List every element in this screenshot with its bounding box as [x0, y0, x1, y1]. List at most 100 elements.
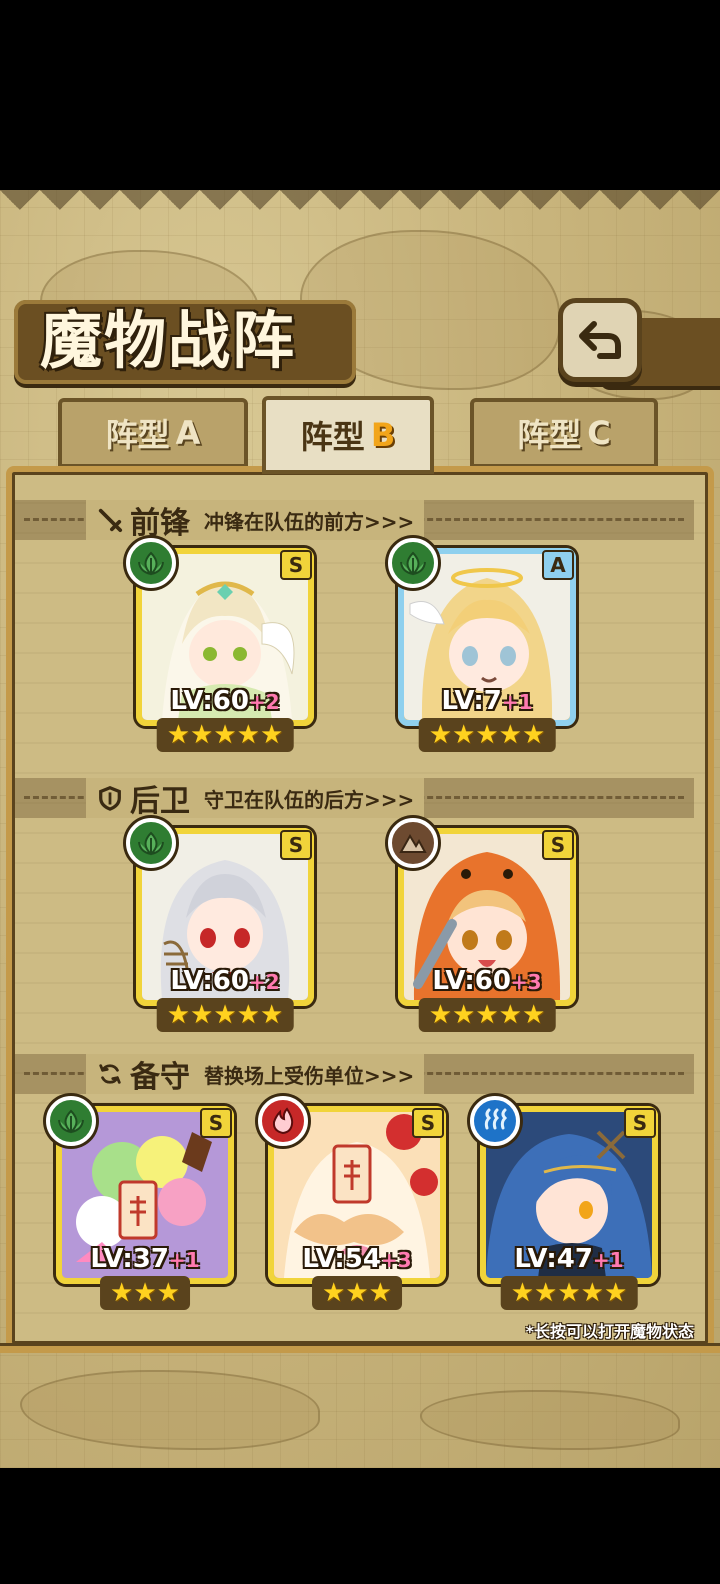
star-icon: ★ [580, 1278, 604, 1308]
star-icon: ★ [534, 1278, 558, 1308]
level-value: LV:7 [441, 686, 502, 716]
shield-icon [96, 784, 124, 812]
level-bonus: +3 [380, 1248, 412, 1272]
tab-label: 阵型 [300, 418, 365, 456]
sword-icon [96, 506, 124, 534]
star-icon: ★ [475, 1000, 499, 1030]
map-island [420, 1390, 680, 1450]
section-reserve-name: 备守 [130, 1060, 190, 1095]
game-screen: 魔物战阵 阵型 A 阵型 B 阵型 C 前锋 冲锋在队伍的前方>>> S LV:… [0, 0, 720, 1584]
tab-formation-a[interactable]: 阵型 A [58, 398, 248, 468]
star-icon: ★ [557, 1278, 581, 1308]
unit-card-rear-1[interactable]: S LV:60+2 ★ ★ ★ ★ ★ [126, 818, 314, 1032]
unit-card-rear-2[interactable]: S LV:60+3 ★ ★ ★ ★ ★ [388, 818, 576, 1032]
star-icon: ★ [510, 1278, 535, 1308]
unit-level: LV:60+2 [142, 686, 308, 716]
section-reserve-desc: 替换场上受伤单位>>> [204, 1063, 415, 1088]
level-value: LV:54 [302, 1244, 381, 1274]
star-icon: ★ [133, 1278, 157, 1308]
unit-card-reserve-3[interactable]: S LV:47+1 ★ ★ ★ ★ ★ [470, 1096, 658, 1310]
star-icon: ★ [190, 720, 214, 750]
unit-level: LV:47+1 [486, 1244, 652, 1274]
rank-badge: S [200, 1108, 232, 1138]
star-icon: ★ [498, 1000, 522, 1030]
unit-level: LV:60+3 [404, 966, 570, 996]
rank-badge: S [412, 1108, 444, 1138]
star-rating: ★ ★ ★ [100, 1276, 190, 1310]
star-icon: ★ [259, 720, 284, 750]
unit-card-front-1[interactable]: S LV:60+2 ★ ★ ★ ★ ★ [126, 538, 314, 752]
rank-badge: S [624, 1108, 656, 1138]
star-icon: ★ [521, 1000, 546, 1030]
level-value: LV:60 [170, 966, 249, 996]
panel-bottom-edge [0, 1343, 720, 1353]
star-icon: ★ [498, 720, 522, 750]
level-bonus: +3 [510, 970, 542, 994]
level-bonus: +1 [592, 1248, 624, 1272]
level-value: LV:37 [90, 1244, 169, 1274]
section-rear-header: 后卫 守卫在队伍的后方>>> [86, 778, 425, 819]
rank-badge: S [542, 830, 574, 860]
star-icon: ★ [213, 1000, 237, 1030]
tab-letter: C [587, 414, 611, 452]
long-press-hint: *长按可以打开魔物状态 [525, 1322, 694, 1341]
star-icon: ★ [236, 720, 260, 750]
section-front-name: 前锋 [130, 506, 190, 541]
unit-card-reserve-1[interactable]: S LV:37+1 ★ ★ ★ [46, 1096, 234, 1310]
tab-formation-b[interactable]: 阵型 B [262, 396, 434, 474]
level-bonus: +2 [248, 970, 280, 994]
star-icon: ★ [166, 720, 191, 750]
unit-card-reserve-2[interactable]: S LV:54+3 ★ ★ ★ [258, 1096, 446, 1310]
star-icon: ★ [603, 1278, 628, 1308]
leaf-element-icon [126, 818, 176, 868]
star-icon: ★ [428, 720, 453, 750]
star-icon: ★ [452, 1000, 476, 1030]
level-value: LV:60 [432, 966, 511, 996]
star-icon: ★ [156, 1278, 180, 1308]
section-front-header: 前锋 冲锋在队伍的前方>>> [86, 500, 425, 541]
section-rear-name: 后卫 [130, 784, 190, 819]
level-bonus: +1 [501, 690, 533, 714]
unit-card-front-2[interactable]: A LV:7+1 ★ ★ ★ ★ ★ [388, 538, 576, 752]
leaf-element-icon [126, 538, 176, 588]
star-rating: ★ ★ ★ ★ ★ [156, 718, 294, 752]
star-icon: ★ [213, 720, 237, 750]
level-value: LV:47 [514, 1244, 593, 1274]
level-bonus: +2 [248, 690, 280, 714]
star-icon: ★ [236, 1000, 260, 1030]
unit-level: LV:37+1 [62, 1244, 228, 1274]
unit-level: LV:54+3 [274, 1244, 440, 1274]
tab-formation-c[interactable]: 阵型 C [470, 398, 658, 468]
map-island [20, 1370, 320, 1450]
star-icon: ★ [345, 1278, 369, 1308]
rank-badge: S [280, 550, 312, 580]
tab-label: 阵型 [105, 416, 170, 454]
back-button[interactable] [558, 298, 642, 382]
level-bonus: +1 [168, 1248, 200, 1272]
star-icon: ★ [452, 720, 476, 750]
star-rating: ★ ★ ★ ★ ★ [500, 1276, 638, 1310]
star-rating: ★ ★ ★ ★ ★ [156, 998, 294, 1032]
tab-label: 阵型 [517, 416, 582, 454]
star-icon: ★ [475, 720, 499, 750]
star-icon: ★ [259, 1000, 284, 1030]
torn-edge-decoration [0, 190, 720, 230]
leaf-element-icon [388, 538, 438, 588]
star-icon: ★ [521, 720, 546, 750]
star-icon: ★ [190, 1000, 214, 1030]
fire-element-icon [258, 1096, 308, 1146]
tab-letter: A [175, 414, 201, 452]
rank-badge: S [280, 830, 312, 860]
swap-icon [96, 1060, 124, 1088]
section-reserve-header: 备守 替换场上受伤单位>>> [86, 1054, 425, 1095]
star-icon: ★ [166, 1000, 191, 1030]
leaf-element-icon [46, 1096, 96, 1146]
star-icon: ★ [428, 1000, 453, 1030]
earth-element-icon [388, 818, 438, 868]
star-icon: ★ [110, 1278, 134, 1308]
tab-letter: B [370, 416, 396, 454]
page-title: 魔物战阵 [40, 304, 297, 377]
unit-level: LV:60+2 [142, 966, 308, 996]
star-rating: ★ ★ ★ [312, 1276, 402, 1310]
star-icon: ★ [322, 1278, 346, 1308]
